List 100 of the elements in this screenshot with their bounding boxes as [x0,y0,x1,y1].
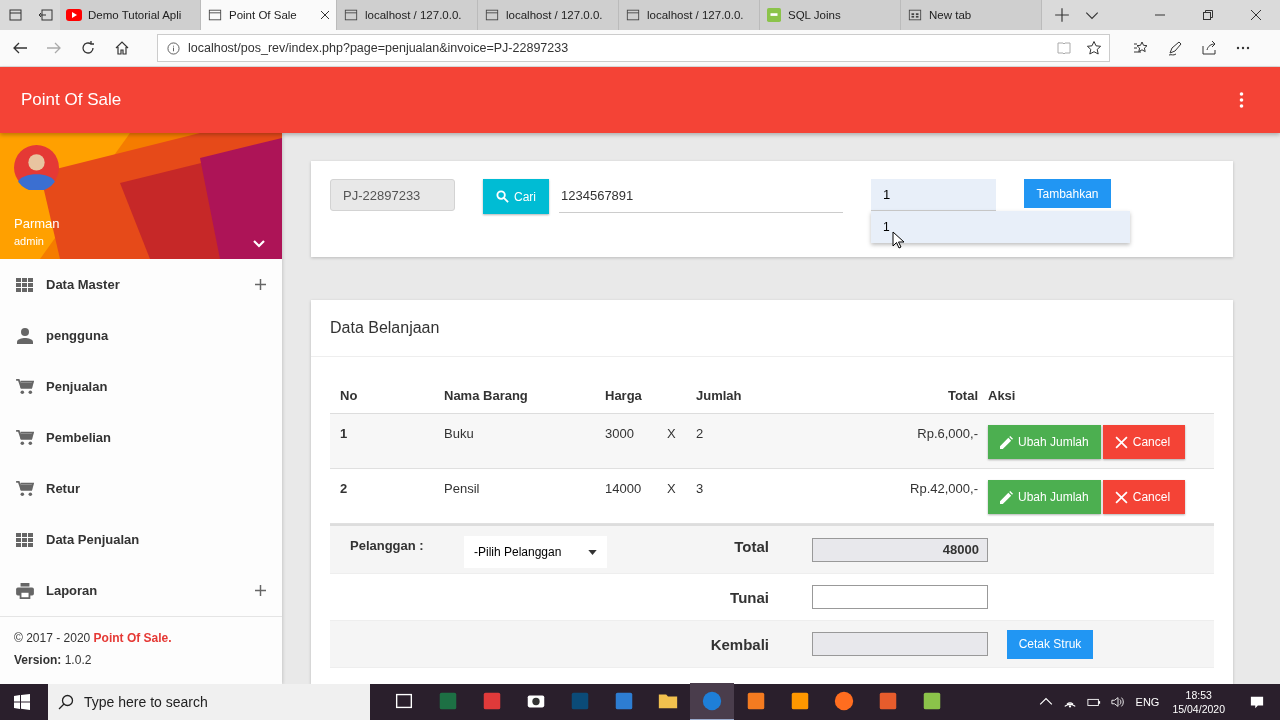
more-vertical-icon[interactable] [1239,92,1244,108]
tab-title: localhost / 127.0.0. [647,9,745,21]
back-arrow-icon[interactable] [12,40,28,56]
quantity-field[interactable]: 1 [871,179,996,211]
column-header: No [339,387,359,403]
grid-page-icon [907,8,923,22]
star-icon[interactable] [1086,40,1102,56]
menu-item[interactable]: Laporan [0,565,282,616]
column-header: Total [946,387,978,403]
restore-icon[interactable] [1202,9,1214,21]
taskbar-search-field[interactable]: Type here to search [48,684,370,720]
table-cell-text: X [666,480,677,496]
grid-icon [16,276,34,293]
avatar [14,145,59,190]
table-cell-text: 3000 [604,425,635,441]
app-title: Point Of Sale [21,90,123,110]
search-icon [496,190,509,203]
pencil-icon [1000,435,1013,449]
clock-time[interactable]: 18:53 [1185,688,1212,702]
table-cell-text: X [666,425,677,441]
close-icon[interactable] [1250,9,1262,21]
cart-icon [16,429,34,446]
browser-tab[interactable]: Demo Tutorial Apli [60,0,201,30]
page-icon [484,8,500,22]
close-icon[interactable] [320,10,330,20]
card-title: Data Belanjaan [311,300,1233,357]
tab-title: New tab [929,9,973,21]
column-header: Nama Barang [443,387,529,403]
browser-tab[interactable]: Point Of Sale [201,0,337,30]
share-icon[interactable] [1201,40,1217,56]
start-icon[interactable] [14,694,30,710]
menu-item[interactable]: Penjualan [0,361,282,412]
pencil-icon [1000,490,1013,504]
plus-icon[interactable] [255,279,266,290]
column-header: Aksi [987,387,1017,403]
language-indicator[interactable]: ENG [1135,696,1160,708]
user-role: admin [14,235,44,247]
close-icon [1114,435,1128,449]
cart-icon [16,480,34,497]
address-field[interactable]: localhost/pos_rev/index.php?page=penjualan&invoice=PJ-22897233 [157,34,1110,62]
browser-tab[interactable]: SQL Joins [760,0,901,30]
total-field: 48000 [812,538,988,562]
page-icon [207,8,223,22]
customer-select[interactable]: -Pilih Pelanggan [464,536,607,568]
tab-title: localhost / 127.0.0. [506,9,604,21]
browser-tab[interactable]: localhost / 127.0.0. [619,0,760,30]
cancel-button[interactable]: Cancel [1102,425,1185,459]
cart-icon [16,378,34,395]
table-cell-text: Pensil [443,480,481,496]
chevron-down-icon[interactable] [252,239,266,249]
menu-item[interactable]: Retur [0,463,282,514]
table-cell-text: 2 [695,425,705,441]
version-text: Version: 1.0.2 [14,653,92,667]
brand-link[interactable]: Point Of Sale. [93,631,172,645]
play-icon [66,8,82,22]
menu-item[interactable]: Pembelian [0,412,282,463]
favorites-icon[interactable] [1133,40,1149,56]
tab-actions-icon[interactable] [8,7,24,23]
browser-tab[interactable]: localhost / 127.0.0. [478,0,619,30]
user-name: Parman [14,216,60,231]
menu-item[interactable]: Data Master [0,259,282,310]
plus-icon[interactable] [255,585,266,596]
menu-item[interactable]: pengguna [0,310,282,361]
clock-date[interactable]: 15/04/2020 [1172,702,1225,716]
home-icon[interactable] [114,40,130,56]
pointer-cursor-icon [892,231,904,249]
grid-icon [16,531,34,548]
total-label: Total [733,538,770,555]
table-cell-text: 1 [339,425,349,441]
cash-field[interactable] [812,585,988,609]
tab-title: Demo Tutorial Apli [88,9,183,21]
suggestion-item[interactable]: 1 [883,220,890,234]
info-icon [167,41,180,55]
column-header: Jumlah [695,387,743,403]
table-cell-text: Rp.6,000,- [916,425,978,441]
search-icon [58,694,74,710]
person-icon [16,327,34,344]
tab-title: Point Of Sale [229,9,298,21]
site-icon [766,8,782,22]
column-header: Harga [604,387,643,403]
refresh-icon[interactable] [80,40,96,56]
copyright-text: © 2017 - 2020 [14,631,91,645]
customer-label: Pelanggan : [349,538,425,553]
cancel-button[interactable]: Cancel [1102,480,1185,514]
caret-icon [588,549,597,555]
tab-title: SQL Joins [788,9,842,21]
table-cell-text: Buku [443,425,475,441]
invoice-field: PJ-22897233 [330,179,455,211]
page-icon [625,8,641,22]
change-label: Kembali [709,635,770,653]
speaker-icon[interactable] [1110,695,1125,709]
page-icon [343,8,359,22]
back-tabs-icon[interactable] [38,7,54,23]
browser-tab[interactable]: New tab [901,0,1042,30]
browser-tab[interactable]: localhost / 127.0.0. [337,0,478,30]
pen-icon[interactable] [1167,40,1183,56]
notification-icon[interactable] [1250,695,1264,709]
menu-item[interactable]: Data Penjualan [0,514,282,565]
new-tab-icon[interactable] [1054,7,1070,23]
table-cell-text: 3 [695,480,705,496]
